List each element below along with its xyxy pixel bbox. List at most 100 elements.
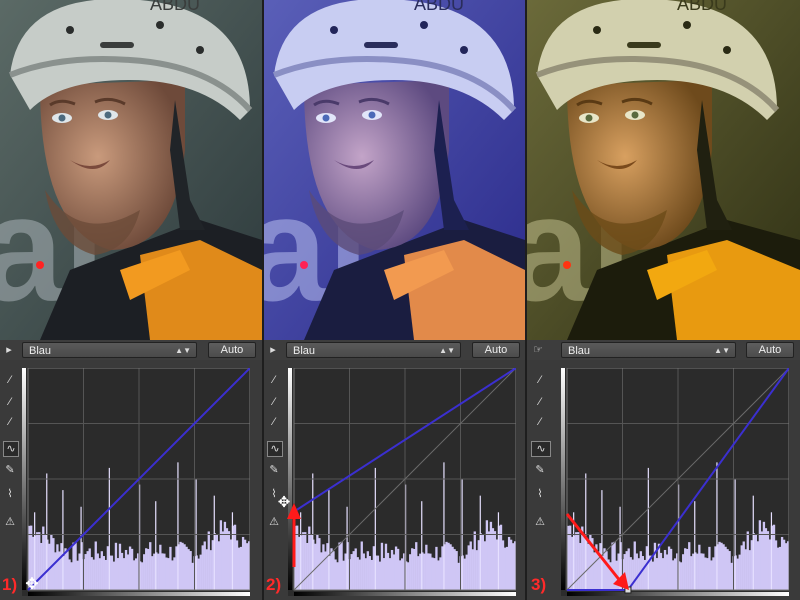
preset-icon[interactable]: ▸ — [266, 343, 280, 357]
histogram-bar — [42, 526, 45, 590]
histogram-bar — [94, 541, 97, 590]
histogram-bar — [673, 558, 677, 590]
curve-graph-svg[interactable] — [22, 368, 250, 596]
histogram-bar — [205, 549, 208, 590]
pencil-tool-icon[interactable]: ✎ — [3, 463, 17, 477]
histogram-bar — [400, 558, 404, 590]
histogram-spike — [479, 495, 481, 590]
histogram-spike — [231, 512, 234, 590]
pencil-tool-icon[interactable]: ✎ — [267, 463, 281, 477]
histogram-bar — [665, 554, 669, 590]
histogram-bar — [453, 549, 456, 590]
histogram-bar — [692, 553, 695, 590]
histogram-bar — [199, 554, 202, 590]
histogram-bar — [501, 540, 505, 590]
eyedropper-black-icon[interactable]: ⁄ — [267, 373, 281, 387]
histogram-bar — [487, 531, 491, 590]
clipping-warning-icon[interactable]: ⚠ — [3, 515, 17, 529]
histogram-bar — [384, 543, 388, 590]
histogram-bar — [728, 551, 731, 590]
histogram-bar — [98, 558, 101, 590]
histogram-bar — [700, 553, 703, 590]
histogram-bar — [116, 558, 120, 590]
histogram-bar — [316, 534, 319, 590]
eyedropper-gray-icon[interactable]: ⁄ — [3, 395, 17, 409]
histogram-bar — [764, 528, 768, 590]
histogram-bar — [60, 543, 63, 590]
histogram-bar — [235, 540, 239, 590]
eyedropper-gray-icon[interactable]: ⁄ — [267, 395, 281, 409]
histogram-bar — [66, 551, 69, 590]
histogram-bar — [167, 558, 170, 590]
eyedropper-white-icon[interactable]: ⁄ — [533, 415, 547, 429]
histogram-bar — [110, 555, 114, 590]
histogram-bar — [766, 531, 770, 590]
smooth-tool-icon[interactable]: ⌇ — [3, 487, 17, 501]
histogram-bar — [366, 551, 369, 590]
eyedropper-black-icon[interactable]: ⁄ — [533, 373, 547, 387]
auto-button[interactable]: Auto — [208, 342, 256, 358]
histogram-bar — [441, 546, 444, 590]
histogram-bar — [183, 544, 186, 590]
histogram-bar — [671, 560, 675, 590]
histogram-bar — [754, 534, 758, 590]
clipping-warning-icon[interactable]: ⚠ — [267, 515, 281, 529]
histogram-spike — [443, 462, 445, 590]
histogram-bar — [702, 553, 705, 590]
histogram-spike — [62, 490, 64, 590]
histogram-spike — [694, 501, 696, 590]
curve-tools: ⁄ ⁄ ⁄ ∿ ✎ ⌇ ⚠ — [0, 365, 20, 600]
histogram-bar — [433, 558, 436, 590]
auto-button[interactable]: Auto — [746, 342, 794, 358]
smooth-tool-icon[interactable]: ⌇ — [533, 487, 547, 501]
histogram-bar — [169, 546, 172, 590]
histogram-spike — [328, 490, 330, 590]
histogram-bar — [340, 541, 343, 590]
step-label: 3) — [531, 575, 547, 594]
histogram-bar — [437, 560, 440, 590]
histogram-bar — [197, 558, 200, 590]
histogram-bar — [762, 521, 766, 590]
select-arrows-icon: ▲▼ — [175, 346, 191, 355]
channel-select[interactable]: Blau ▲▼ — [561, 342, 736, 358]
channel-select[interactable]: Blau ▲▼ — [22, 342, 197, 358]
histogram-bar — [147, 548, 150, 590]
preset-icon[interactable]: ▸ — [2, 343, 16, 357]
eyedropper-white-icon[interactable]: ⁄ — [267, 415, 281, 429]
curve-tool-icon[interactable]: ∿ — [3, 441, 19, 457]
curve-tool-icon[interactable]: ∿ — [267, 441, 283, 457]
histogram-bar — [641, 556, 644, 590]
auto-button[interactable]: Auto — [472, 342, 520, 358]
curve-tool-icon[interactable]: ∿ — [531, 441, 551, 457]
histogram-bar — [415, 542, 418, 590]
histogram-bar — [655, 558, 659, 590]
histogram-bar — [364, 558, 367, 590]
preset-icon[interactable]: ☞ — [531, 343, 545, 357]
histogram-bar — [457, 562, 460, 590]
histogram-bar — [189, 551, 192, 590]
histogram-bar — [128, 546, 132, 590]
eyedropper-gray-icon[interactable]: ⁄ — [533, 395, 547, 409]
channel-select[interactable]: Blau ▲▼ — [286, 342, 461, 358]
eyedropper-white-icon[interactable]: ⁄ — [3, 415, 17, 429]
histogram-bar — [370, 559, 374, 590]
clipping-warning-icon[interactable]: ⚠ — [533, 515, 547, 529]
histogram-bar — [54, 552, 57, 590]
histogram-bar — [419, 553, 422, 590]
pencil-tool-icon[interactable]: ✎ — [533, 463, 547, 477]
histogram-bar — [724, 546, 727, 590]
histogram-bar — [181, 542, 184, 590]
histogram-bar — [493, 531, 497, 590]
curve-graph[interactable] — [22, 368, 250, 596]
histogram-bar — [344, 553, 347, 590]
histogram-spike — [647, 467, 649, 590]
histogram-bar — [708, 546, 711, 590]
histogram-bar — [690, 556, 693, 590]
curve-graph[interactable] — [288, 368, 516, 596]
photo-blue: aı ABDU — [264, 0, 525, 340]
histogram-bar — [130, 548, 134, 590]
histogram-bar — [358, 559, 361, 590]
eyedropper-black-icon[interactable]: ⁄ — [3, 373, 17, 387]
curve-graph-svg[interactable] — [288, 368, 516, 596]
channel-select-value: Blau — [29, 345, 52, 357]
